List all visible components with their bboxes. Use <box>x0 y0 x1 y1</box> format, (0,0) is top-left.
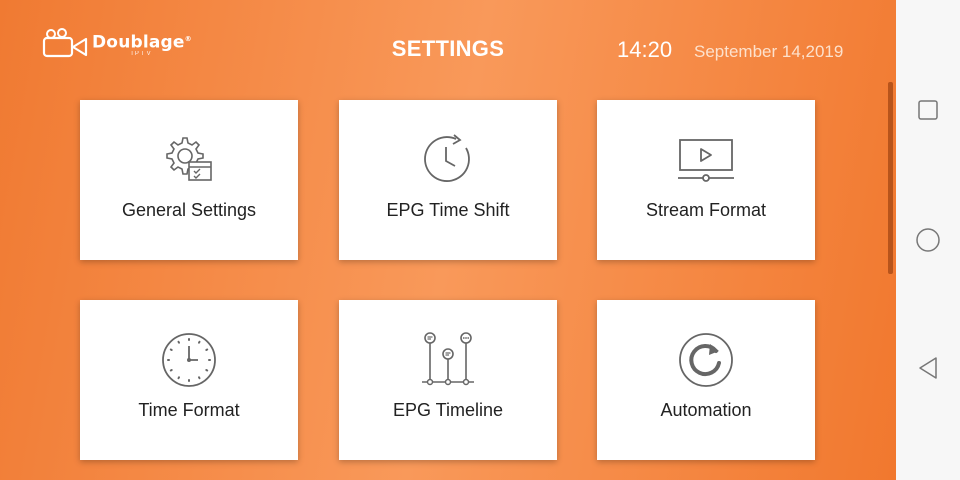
refresh-icon <box>676 330 736 390</box>
clock-icon <box>159 330 219 390</box>
epg-timeline-card[interactable]: EPG Timeline <box>339 300 557 460</box>
clock-refresh-icon <box>418 130 478 190</box>
video-player-icon <box>676 130 736 190</box>
card-label: Automation <box>660 400 752 420</box>
stream-format-card[interactable]: Stream Format <box>597 100 815 260</box>
clock-time: 14:20 <box>617 37 673 62</box>
clock-date: September 14,2019 <box>694 42 844 61</box>
card-label: Time Format <box>138 400 240 420</box>
card-label: EPG Time Shift <box>386 200 510 220</box>
card-label: Stream Format <box>645 200 767 220</box>
android-nav-bar <box>896 0 960 480</box>
automation-card[interactable]: Automation <box>597 300 815 460</box>
gear-icon <box>159 130 219 190</box>
general-settings-card[interactable]: General Settings <box>80 100 298 260</box>
home-icon[interactable] <box>912 224 944 256</box>
back-icon[interactable] <box>912 352 944 384</box>
settings-screen: Doublage® IPTV SETTINGS 14:20 September … <box>0 0 896 480</box>
timeline-icon <box>418 330 478 390</box>
card-label: General Settings <box>121 200 257 220</box>
time-format-card[interactable]: Time Format <box>80 300 298 460</box>
scrollbar[interactable] <box>888 82 893 274</box>
recent-apps-icon[interactable] <box>912 94 944 126</box>
card-label: EPG Timeline <box>392 400 504 420</box>
epg-time-shift-card[interactable]: EPG Time Shift <box>339 100 557 260</box>
